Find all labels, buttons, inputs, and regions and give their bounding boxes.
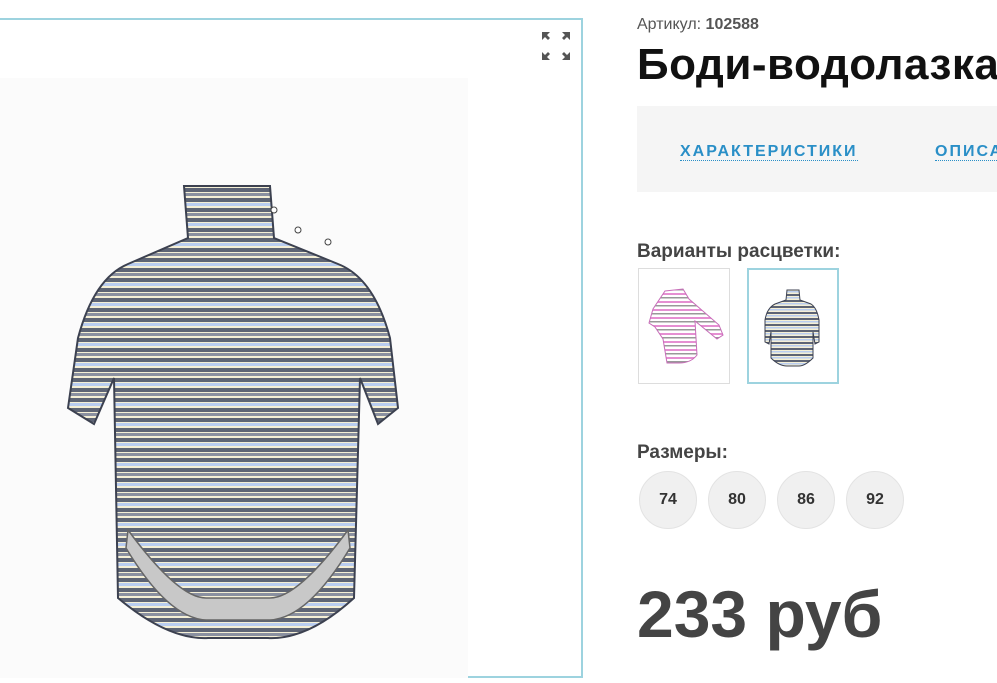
- expand-icon[interactable]: [538, 28, 574, 64]
- tab-description[interactable]: ОПИСАНИЕ: [935, 144, 997, 161]
- sku-label: Артикул:: [637, 16, 702, 33]
- sizes-label: Размеры:: [637, 442, 728, 463]
- size-option-80[interactable]: 80: [708, 471, 766, 529]
- sku-value: 102588: [705, 16, 759, 33]
- product-gallery: [0, 18, 583, 678]
- product-main-image[interactable]: [0, 78, 468, 678]
- product-sku: Артикул: 102588: [637, 16, 997, 34]
- size-option-92[interactable]: 92: [846, 471, 904, 529]
- product-title: Боди-водолазка: [637, 40, 997, 89]
- size-option-74[interactable]: 74: [639, 471, 697, 529]
- color-swatch-pink[interactable]: [638, 268, 730, 384]
- product-price: 233 руб: [637, 577, 883, 651]
- size-option-86[interactable]: 86: [777, 471, 835, 529]
- product-tabs: ХАРАКТЕРИСТИКИ ОПИСАНИЕ: [637, 106, 997, 192]
- bodysuit-illustration: [66, 185, 400, 640]
- tab-characteristics[interactable]: ХАРАКТЕРИСТИКИ: [680, 144, 858, 161]
- color-variants-label: Варианты расцветки:: [637, 241, 841, 262]
- color-swatch-grey-blue[interactable]: [747, 268, 839, 384]
